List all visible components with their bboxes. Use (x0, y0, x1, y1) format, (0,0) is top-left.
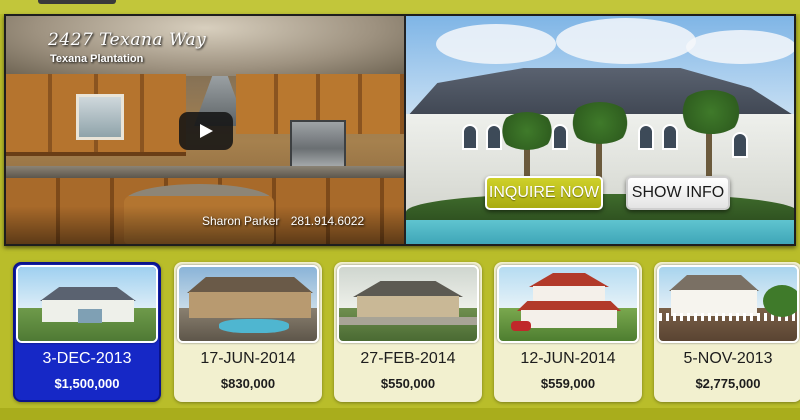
listing-price: $2,775,000 (695, 376, 761, 391)
listing-price: $1,500,000 (54, 376, 120, 391)
top-bar (0, 0, 800, 14)
listing-price: $550,000 (380, 376, 436, 391)
listing-card[interactable]: 12-JUN-2014 $559,000 (494, 262, 642, 402)
cloud (436, 24, 556, 64)
listing-video[interactable]: 2427 Texana Way Texana Plantation Sharon… (6, 16, 404, 244)
bottom-band (0, 408, 800, 420)
listing-card[interactable]: 5-NOV-2013 $2,775,000 (654, 262, 800, 402)
house-window (462, 124, 478, 150)
listing-carousel: 3-DEC-2013 $1,500,000 17-JUN-2014 $830,0… (0, 252, 800, 420)
house-window (662, 124, 678, 150)
kitchen-window (76, 94, 124, 140)
video-subtitle: Texana Plantation (50, 53, 144, 65)
listing-price: $559,000 (540, 376, 596, 391)
palm-frond (678, 90, 744, 134)
listing-date: 27-FEB-2014 (360, 350, 456, 367)
listing-date: 5-NOV-2013 (683, 350, 773, 367)
listing-date: 12-JUN-2014 (520, 350, 616, 367)
listing-thumbnail (497, 265, 639, 343)
house-window (732, 132, 748, 158)
top-tab (38, 0, 116, 4)
listing-date: 17-JUN-2014 (200, 350, 296, 367)
palm-frond (498, 112, 556, 150)
listing-date: 3-DEC-2013 (42, 350, 132, 367)
agent-name: Sharon Parker (202, 214, 280, 228)
play-icon (200, 124, 213, 138)
listing-card[interactable]: 17-JUN-2014 $830,000 (174, 262, 322, 402)
listing-thumbnail (657, 265, 799, 343)
inquire-now-button[interactable]: INQUIRE NOW (485, 176, 603, 210)
listing-card[interactable]: 3-DEC-2013 $1,500,000 (13, 262, 161, 402)
cloud (686, 30, 794, 64)
listing-thumbnail (337, 265, 479, 343)
listing-price: $830,000 (220, 376, 276, 391)
listing-card[interactable]: 27-FEB-2014 $550,000 (334, 262, 482, 402)
listing-thumbnail (16, 265, 158, 343)
video-title: 2427 Texana Way (48, 30, 207, 50)
listing-thumbnail (177, 265, 319, 343)
pool (406, 220, 794, 244)
play-button[interactable] (179, 112, 233, 150)
cloud (556, 18, 696, 64)
house-window (638, 124, 654, 150)
agent-phone: 281.914.6022 (290, 214, 365, 228)
featured-house-photo: INQUIRE NOW SHOW INFO (406, 16, 794, 244)
agent-info: Sharon Parker 281.914.6022 (202, 214, 364, 228)
palm-frond (568, 102, 632, 144)
show-info-button[interactable]: SHOW INFO (626, 176, 730, 210)
featured-listing-stage: 2427 Texana Way Texana Plantation Sharon… (4, 14, 796, 246)
countertop (6, 166, 404, 178)
